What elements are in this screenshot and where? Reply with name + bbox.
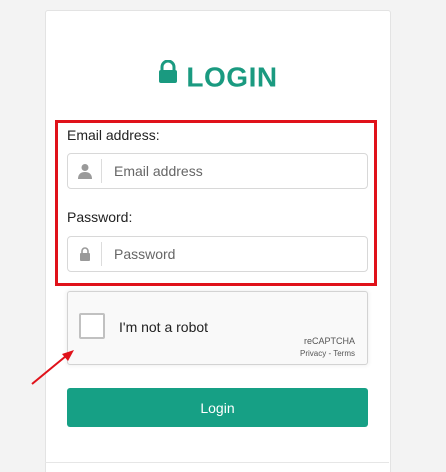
password-field[interactable] [67, 236, 368, 272]
lock-icon [158, 59, 178, 91]
page-title: LOGIN [46, 59, 390, 94]
recaptcha-widget: I'm not a robot reCAPTCHA Privacy - Term… [67, 291, 368, 365]
email-label: Email address: [67, 127, 160, 143]
recaptcha-brand: reCAPTCHA [303, 336, 355, 346]
divider [45, 462, 389, 463]
user-icon [68, 159, 102, 183]
recaptcha-label: I'm not a robot [119, 319, 209, 335]
email-field[interactable] [67, 153, 368, 189]
email-input[interactable] [102, 162, 367, 180]
login-page: LOGIN Email address: Password: I'm not a… [0, 0, 446, 472]
arrow-icon [28, 346, 78, 393]
password-input[interactable] [102, 245, 367, 263]
login-button[interactable]: Login [67, 388, 368, 427]
password-label: Password: [67, 209, 133, 225]
recaptcha-privacy-terms[interactable]: Privacy - Terms [300, 349, 355, 358]
lock-icon [68, 242, 102, 266]
title-text: LOGIN [186, 61, 278, 93]
recaptcha-checkbox[interactable] [79, 313, 105, 339]
